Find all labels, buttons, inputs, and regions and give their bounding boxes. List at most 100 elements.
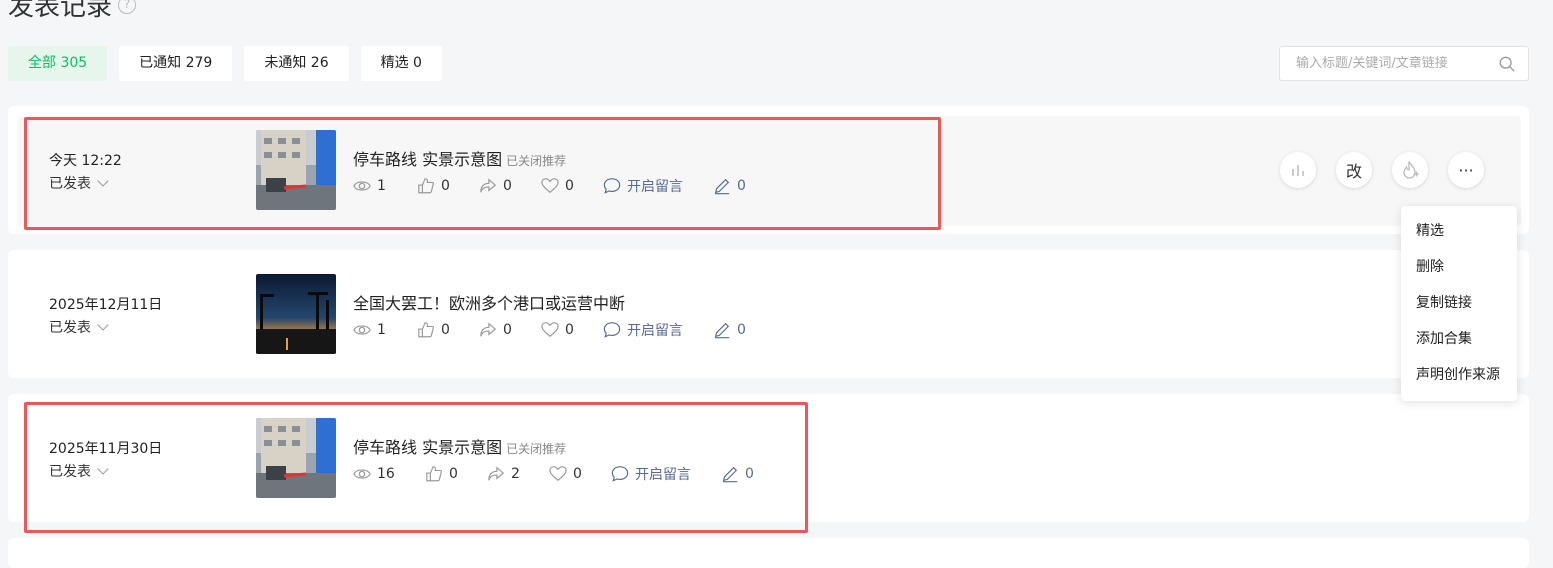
page-title: 发表记录 ? bbox=[8, 0, 137, 23]
edits-count: 0 bbox=[737, 322, 746, 338]
post-card[interactable]: 2025年12月11日 已发表 全国大罢工！欧洲多个港口或运营中断 1 0 0 … bbox=[8, 250, 1529, 378]
search-icon[interactable] bbox=[1498, 55, 1516, 73]
views-count: 1 bbox=[377, 178, 386, 194]
views-stat: 16 bbox=[353, 464, 425, 484]
tab-not-notified[interactable]: 未通知 26 bbox=[244, 46, 349, 81]
edits-stat[interactable]: 0 bbox=[713, 320, 746, 340]
post-title[interactable]: 停车路线 实景示意图 已关闭推荐 bbox=[353, 434, 566, 458]
post-thumbnail[interactable] bbox=[256, 418, 336, 498]
comment-icon bbox=[603, 178, 621, 194]
comment-label: 开启留言 bbox=[635, 467, 691, 483]
post-status-label: 已发表 bbox=[49, 320, 91, 336]
post-status[interactable]: 已发表 bbox=[49, 173, 109, 193]
post-actions: 改 ··· bbox=[1280, 152, 1484, 188]
edits-count: 0 bbox=[745, 466, 754, 482]
shares-stat: 0 bbox=[479, 176, 541, 196]
views-stat: 1 bbox=[353, 176, 417, 196]
post-title-text: 全国大罢工！欧洲多个港口或运营中断 bbox=[353, 294, 626, 313]
search-box bbox=[1279, 46, 1529, 81]
stats-button[interactable] bbox=[1280, 152, 1316, 188]
post-thumbnail[interactable] bbox=[256, 130, 336, 210]
hearts-stat: 0 bbox=[541, 320, 603, 340]
likes-stat: 0 bbox=[425, 464, 487, 484]
eye-icon bbox=[353, 325, 371, 335]
promote-button[interactable] bbox=[1392, 152, 1428, 188]
post-date: 2025年12月11日 bbox=[49, 297, 163, 313]
comment-label: 开启留言 bbox=[627, 179, 683, 195]
heart-icon bbox=[541, 178, 559, 194]
share-icon bbox=[480, 322, 497, 337]
eye-icon bbox=[353, 181, 371, 191]
comment-toggle[interactable]: 开启留言 bbox=[611, 464, 721, 484]
heart-icon bbox=[549, 466, 567, 482]
post-status-label: 已发表 bbox=[49, 464, 91, 480]
views-count: 1 bbox=[377, 322, 386, 338]
chevron-down-icon bbox=[97, 174, 109, 187]
menu-item-feature[interactable]: 精选 bbox=[1401, 214, 1517, 250]
tab-bar: 全部 305 已通知 279 未通知 26 精选 0 bbox=[8, 46, 442, 81]
comment-label: 开启留言 bbox=[627, 323, 683, 339]
post-title[interactable]: 停车路线 实景示意图 已关闭推荐 bbox=[353, 146, 566, 170]
shares-count: 0 bbox=[503, 322, 512, 338]
pen-icon bbox=[714, 178, 730, 195]
tab-featured[interactable]: 精选 0 bbox=[360, 46, 442, 81]
hearts-stat: 0 bbox=[541, 176, 603, 196]
eye-icon bbox=[353, 469, 371, 479]
shares-stat: 2 bbox=[487, 464, 549, 484]
hearts-stat: 0 bbox=[549, 464, 611, 484]
edit-button[interactable]: 改 bbox=[1336, 152, 1372, 188]
likes-stat: 0 bbox=[417, 176, 479, 196]
comment-toggle[interactable]: 开启留言 bbox=[603, 320, 713, 340]
comment-toggle[interactable]: 开启留言 bbox=[603, 176, 713, 196]
menu-item-declare-source[interactable]: 声明创作来源 bbox=[1401, 358, 1517, 394]
post-stats: 1 0 0 0 开启留言 0 bbox=[353, 176, 746, 196]
flame-plus-icon bbox=[1403, 160, 1419, 179]
chevron-down-icon bbox=[97, 462, 109, 475]
post-stats: 16 0 2 0 开启留言 0 bbox=[353, 464, 754, 484]
menu-item-delete[interactable]: 删除 bbox=[1401, 250, 1517, 286]
search-input[interactable] bbox=[1296, 56, 1498, 71]
shares-stat: 0 bbox=[479, 320, 541, 340]
chevron-down-icon bbox=[97, 318, 109, 331]
hearts-count: 0 bbox=[565, 322, 574, 338]
post-card-partial bbox=[8, 538, 1529, 568]
hearts-count: 0 bbox=[573, 466, 582, 482]
likes-count: 0 bbox=[449, 466, 458, 482]
pen-icon bbox=[714, 322, 730, 339]
thumbs-up-icon bbox=[426, 466, 442, 482]
edits-stat[interactable]: 0 bbox=[713, 176, 746, 196]
edits-stat[interactable]: 0 bbox=[721, 464, 754, 484]
post-stats: 1 0 0 0 开启留言 0 bbox=[353, 320, 746, 340]
share-icon bbox=[488, 466, 505, 481]
tab-notified[interactable]: 已通知 279 bbox=[119, 46, 233, 81]
bar-chart-icon bbox=[1292, 165, 1304, 176]
likes-stat: 0 bbox=[417, 320, 479, 340]
tab-all[interactable]: 全部 305 bbox=[8, 46, 108, 81]
likes-count: 0 bbox=[441, 322, 450, 338]
page-title-text: 发表记录 bbox=[8, 0, 113, 22]
comment-icon bbox=[611, 466, 629, 482]
menu-item-add-collection[interactable]: 添加合集 bbox=[1401, 322, 1517, 358]
post-title[interactable]: 全国大罢工！欧洲多个港口或运营中断 bbox=[353, 290, 625, 314]
share-icon bbox=[480, 178, 497, 193]
post-thumbnail[interactable] bbox=[256, 274, 336, 354]
post-date: 今天 12:22 bbox=[49, 153, 122, 169]
thumbs-up-icon bbox=[418, 322, 434, 338]
shares-count: 0 bbox=[503, 178, 512, 194]
edits-count: 0 bbox=[737, 178, 746, 194]
post-status[interactable]: 已发表 bbox=[49, 317, 109, 337]
post-card[interactable]: 2025年11月30日 已发表 停车路线 实景示意图 已关闭推荐 16 0 2 0… bbox=[8, 394, 1529, 522]
post-date: 2025年11月30日 bbox=[49, 441, 163, 457]
thumbs-up-icon bbox=[418, 178, 434, 194]
menu-item-copy-link[interactable]: 复制链接 bbox=[1401, 286, 1517, 322]
shares-count: 2 bbox=[511, 466, 520, 482]
post-status[interactable]: 已发表 bbox=[49, 461, 109, 481]
help-icon[interactable]: ? bbox=[118, 0, 137, 14]
comment-icon bbox=[603, 322, 621, 338]
likes-count: 0 bbox=[441, 178, 450, 194]
views-count: 16 bbox=[377, 466, 395, 482]
post-title-text: 停车路线 实景示意图 bbox=[353, 438, 503, 457]
post-status-label: 已发表 bbox=[49, 176, 91, 192]
pen-icon bbox=[722, 466, 738, 483]
more-button[interactable]: ··· bbox=[1448, 152, 1484, 188]
